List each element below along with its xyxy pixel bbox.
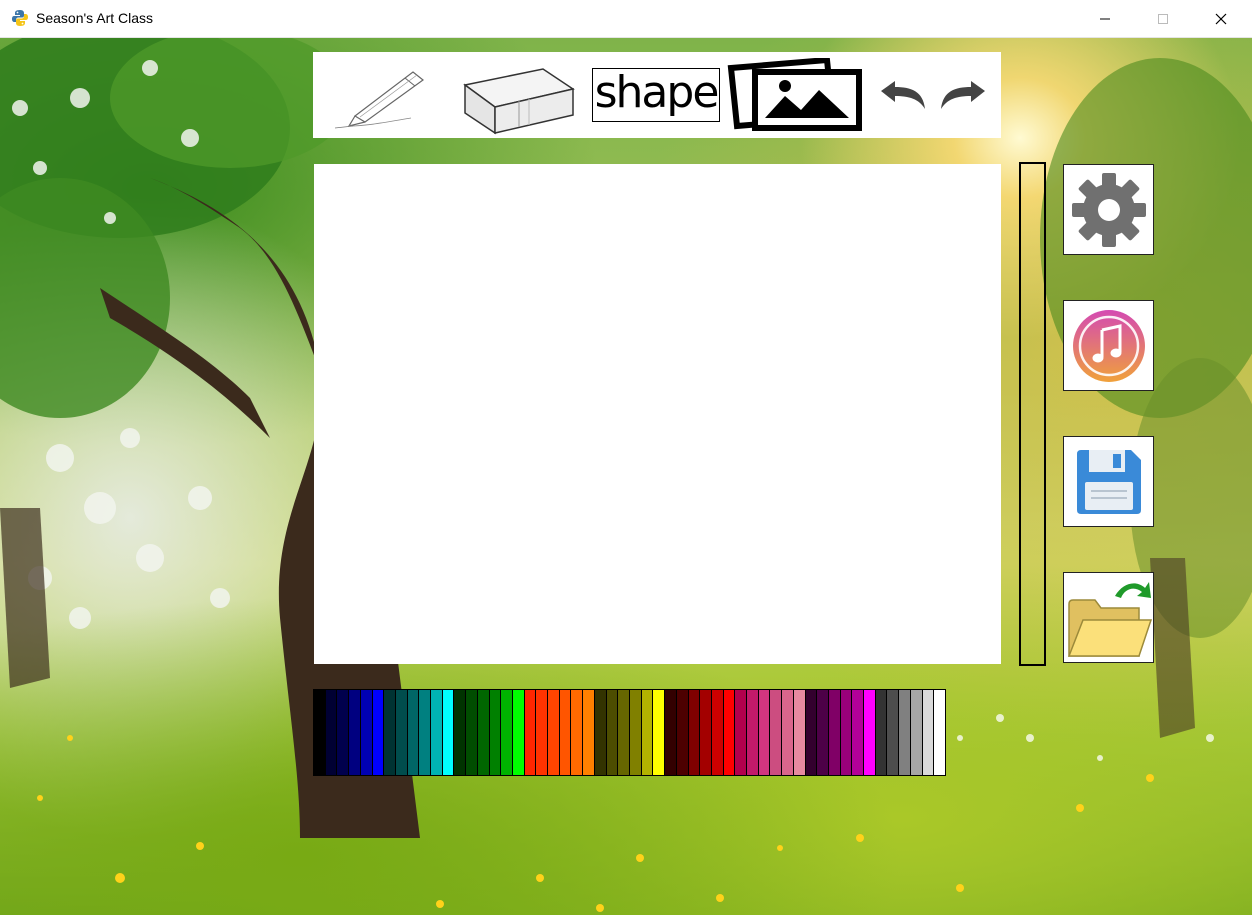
color-swatch[interactable]	[512, 690, 525, 775]
image-tool-button[interactable]	[727, 52, 865, 138]
music-button[interactable]	[1063, 300, 1154, 391]
color-swatch[interactable]	[723, 690, 736, 775]
music-note-icon	[1072, 309, 1145, 382]
redo-button[interactable]	[933, 52, 989, 138]
shape-tool-button[interactable]: shape	[591, 52, 721, 138]
gear-icon	[1071, 172, 1146, 247]
undo-arrow-icon	[881, 81, 925, 109]
window-title: Season's Art Class	[36, 10, 154, 26]
color-swatch[interactable]	[782, 690, 794, 775]
image-icon	[727, 58, 862, 131]
color-swatch[interactable]	[360, 690, 373, 775]
color-swatch[interactable]	[395, 690, 408, 775]
eraser-icon	[463, 68, 575, 135]
close-icon	[1215, 13, 1227, 25]
color-palette	[313, 689, 946, 776]
window-title-bar: Season's Art Class	[0, 0, 1252, 38]
color-swatch[interactable]	[700, 690, 712, 775]
floppy-disk-icon	[1076, 449, 1141, 514]
color-swatch[interactable]	[536, 690, 549, 775]
color-swatch[interactable]	[442, 690, 455, 775]
python-icon	[11, 9, 29, 27]
color-swatch[interactable]	[899, 690, 911, 775]
color-swatch[interactable]	[594, 690, 607, 775]
color-swatch[interactable]	[641, 690, 654, 775]
color-swatch[interactable]	[840, 690, 853, 775]
color-swatch[interactable]	[477, 690, 490, 775]
color-swatch[interactable]	[934, 690, 945, 775]
color-swatch[interactable]	[629, 690, 642, 775]
color-swatch[interactable]	[747, 690, 759, 775]
color-swatch[interactable]	[606, 690, 619, 775]
pencil-icon	[334, 71, 424, 129]
color-swatch[interactable]	[314, 690, 326, 775]
shape-label: shape	[591, 68, 721, 122]
color-swatch[interactable]	[887, 690, 900, 775]
settings-button[interactable]	[1063, 164, 1154, 255]
color-swatch[interactable]	[524, 690, 537, 775]
color-swatch[interactable]	[466, 690, 478, 775]
color-swatch[interactable]	[817, 690, 829, 775]
open-folder-icon	[1067, 581, 1152, 657]
color-swatch[interactable]	[548, 690, 560, 775]
color-swatch[interactable]	[349, 690, 361, 775]
tool-bar: shape	[313, 52, 1001, 138]
color-swatch[interactable]	[793, 690, 806, 775]
color-swatch[interactable]	[665, 690, 677, 775]
color-swatch[interactable]	[372, 690, 385, 775]
color-swatch[interactable]	[559, 690, 572, 775]
open-button[interactable]	[1063, 572, 1154, 663]
color-swatch[interactable]	[454, 690, 467, 775]
color-swatch[interactable]	[711, 690, 724, 775]
color-swatch[interactable]	[501, 690, 513, 775]
color-swatch[interactable]	[828, 690, 841, 775]
brush-size-slider[interactable]	[1019, 162, 1046, 666]
color-swatch[interactable]	[489, 690, 502, 775]
color-swatch[interactable]	[407, 690, 420, 775]
color-swatch[interactable]	[735, 690, 748, 775]
eraser-tool-button[interactable]	[459, 52, 581, 138]
minimize-icon	[1100, 18, 1110, 20]
color-swatch[interactable]	[805, 690, 818, 775]
color-swatch[interactable]	[758, 690, 771, 775]
color-swatch[interactable]	[431, 690, 443, 775]
close-button[interactable]	[1192, 0, 1250, 38]
color-swatch[interactable]	[653, 690, 666, 775]
color-swatch[interactable]	[337, 690, 350, 775]
maximize-button[interactable]	[1134, 0, 1192, 38]
drawing-canvas[interactable]	[314, 164, 1001, 664]
color-swatch[interactable]	[864, 690, 876, 775]
color-swatch[interactable]	[770, 690, 783, 775]
color-swatch[interactable]	[910, 690, 923, 775]
color-swatch[interactable]	[688, 690, 701, 775]
save-button[interactable]	[1063, 436, 1154, 527]
color-swatch[interactable]	[922, 690, 935, 775]
redo-arrow-icon	[941, 81, 985, 109]
pencil-tool-button[interactable]	[327, 52, 437, 138]
color-swatch[interactable]	[325, 690, 338, 775]
color-swatch[interactable]	[852, 690, 865, 775]
minimize-button[interactable]	[1076, 0, 1134, 38]
color-swatch[interactable]	[618, 690, 630, 775]
color-swatch[interactable]	[571, 690, 584, 775]
color-swatch[interactable]	[583, 690, 595, 775]
color-swatch[interactable]	[676, 690, 689, 775]
color-swatch[interactable]	[875, 690, 888, 775]
undo-button[interactable]	[877, 52, 929, 138]
color-swatch[interactable]	[384, 690, 396, 775]
color-swatch[interactable]	[419, 690, 432, 775]
maximize-icon	[1158, 14, 1168, 24]
